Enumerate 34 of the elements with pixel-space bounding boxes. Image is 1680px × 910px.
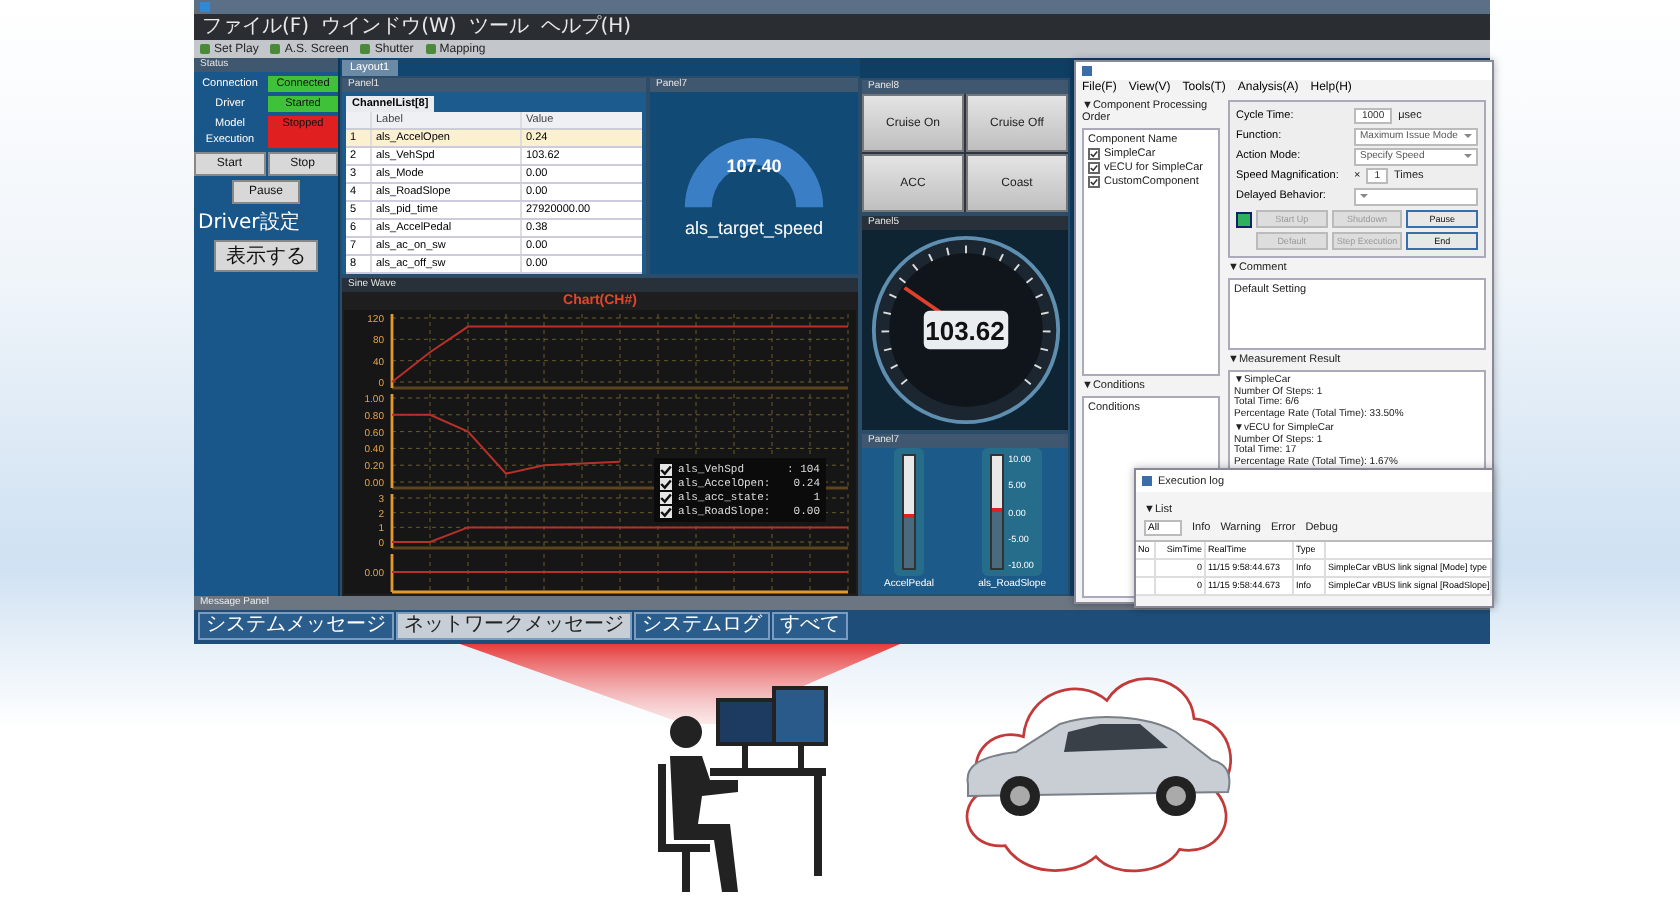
message-tab[interactable]: ネットワークメッセージ bbox=[396, 612, 632, 640]
menu-item[interactable]: ファイル(F) bbox=[202, 15, 310, 39]
tool-icon bbox=[270, 44, 281, 54]
message-tab[interactable]: システムメッセージ bbox=[198, 612, 394, 640]
tool-icon bbox=[200, 44, 210, 54]
message-tab[interactable]: すべて bbox=[772, 612, 848, 640]
checkbox[interactable] bbox=[660, 463, 672, 475]
gauge-label: als_target_speed bbox=[684, 217, 824, 237]
app-icon bbox=[200, 2, 210, 12]
checkbox[interactable] bbox=[1088, 176, 1100, 188]
slider-track[interactable] bbox=[902, 454, 917, 570]
checkbox[interactable] bbox=[660, 505, 672, 517]
show-button[interactable]: 表示する bbox=[214, 240, 318, 272]
menu-item[interactable]: ウインドウ(W) bbox=[321, 15, 457, 39]
status-light-icon bbox=[1236, 211, 1252, 227]
menu-item[interactable]: ツール bbox=[468, 15, 529, 39]
checkbox[interactable] bbox=[660, 477, 672, 489]
checkbox[interactable] bbox=[1088, 162, 1100, 174]
tool-icon bbox=[425, 44, 436, 54]
caret-icon bbox=[1464, 134, 1472, 138]
window-icon bbox=[1082, 66, 1092, 76]
driver-label: Driver設定 bbox=[196, 209, 302, 236]
message-tab[interactable]: システムログ bbox=[634, 612, 770, 640]
checkbox[interactable] bbox=[660, 491, 672, 503]
speed-value: 103.62 bbox=[925, 315, 1005, 346]
caret-icon bbox=[1464, 154, 1472, 158]
window-icon bbox=[1142, 476, 1152, 486]
slider-track[interactable] bbox=[990, 454, 1005, 570]
gauge-value: 107.40 bbox=[726, 156, 782, 176]
speedometer-dial-icon bbox=[869, 234, 1061, 427]
checkbox[interactable] bbox=[1088, 148, 1100, 160]
menu-item[interactable]: ヘルプ(H) bbox=[540, 15, 632, 39]
caret-icon bbox=[1360, 194, 1368, 198]
tool-icon bbox=[360, 44, 371, 54]
